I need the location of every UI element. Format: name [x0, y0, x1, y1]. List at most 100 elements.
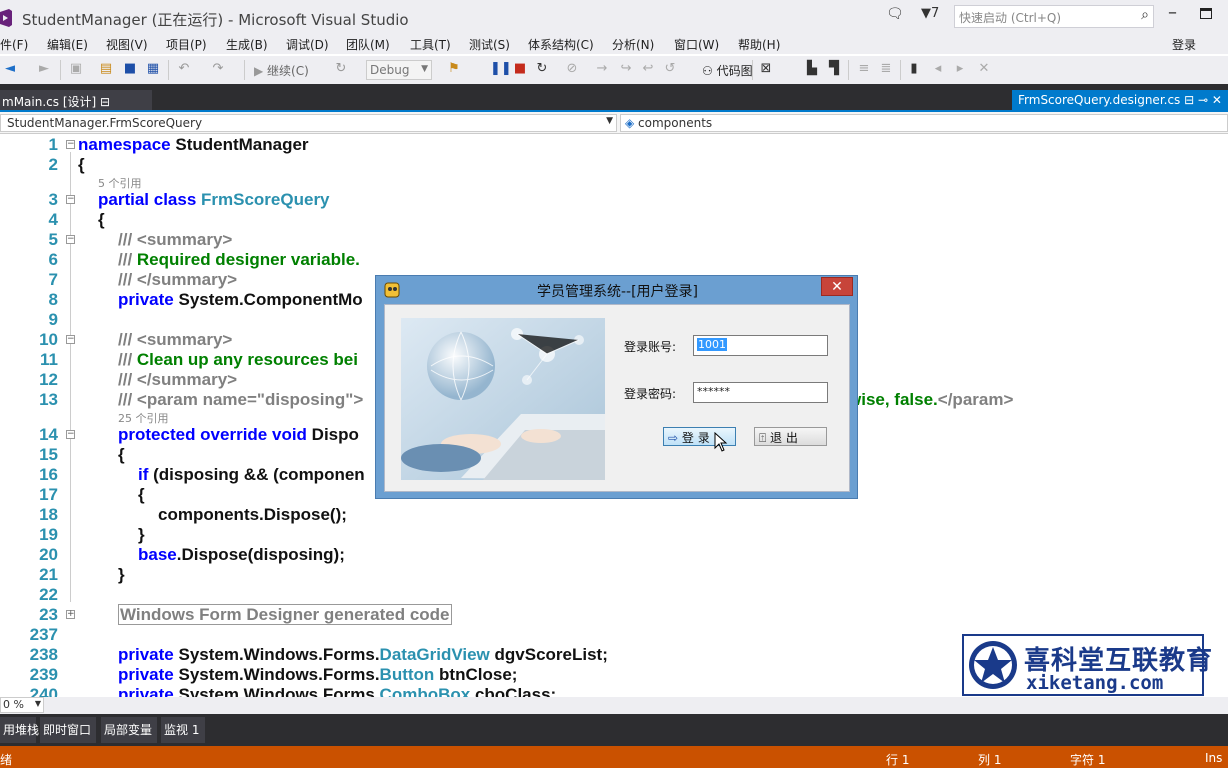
- step-over-icon[interactable]: ↪: [618, 61, 634, 77]
- exit-button[interactable]: ⍐ 退 出: [754, 427, 827, 446]
- undo-icon[interactable]: ↶: [176, 61, 192, 77]
- tab-immediate-window[interactable]: 即时窗口: [40, 717, 96, 743]
- line-number: 237: [29, 625, 58, 644]
- login-dialog: 学员管理系统--[用户登录] ✕ 登录账号: 1001 登录密码: ******…: [375, 275, 858, 499]
- reference-count[interactable]: 5 个引用: [98, 175, 142, 191]
- menu-debug[interactable]: 调试(D): [286, 36, 329, 53]
- config-value: Debug: [370, 63, 410, 77]
- search-icon: ⌕: [1141, 7, 1149, 23]
- bookmark-icon[interactable]: ▮: [906, 61, 922, 77]
- pin-tab-icon[interactable]: ⊸: [1198, 93, 1208, 107]
- step-out-icon[interactable]: ↩: [640, 61, 656, 77]
- window-title: StudentManager (正在运行) - Microsoft Visual…: [22, 11, 409, 29]
- step-back-icon[interactable]: ↺: [662, 61, 678, 77]
- pin-icon[interactable]: ⊟: [1184, 93, 1194, 107]
- menu-view[interactable]: 视图(V): [106, 36, 148, 53]
- quick-launch-input[interactable]: 快速启动 (Ctrl+Q) ⌕: [954, 5, 1154, 28]
- new-project-icon[interactable]: ▣: [68, 61, 84, 77]
- exit-button-label: 退 出: [770, 431, 798, 445]
- collapsed-region[interactable]: Windows Form Designer generated code: [118, 604, 452, 625]
- menu-build[interactable]: 生成(B): [226, 36, 268, 53]
- account-input[interactable]: 1001: [693, 335, 828, 356]
- collapse-toggle[interactable]: −: [66, 195, 75, 204]
- code-line: partial class FrmScoreQuery: [98, 190, 330, 210]
- menu-tools[interactable]: 工具(T): [410, 36, 451, 53]
- align-left-icon[interactable]: ▙: [804, 61, 820, 77]
- restart-debug-icon[interactable]: ↻: [534, 61, 550, 77]
- collapse-toggle[interactable]: −: [66, 235, 75, 244]
- restart-icon[interactable]: ↻: [333, 61, 349, 77]
- code-line: components.Dispose();: [158, 505, 347, 524]
- minimize-button[interactable]: –: [1168, 2, 1177, 23]
- play-icon: ▶: [254, 64, 268, 78]
- identifier: Dispo: [311, 425, 359, 444]
- dialog-close-button[interactable]: ✕: [821, 277, 853, 296]
- line-number: 19: [39, 525, 58, 544]
- maximize-button[interactable]: [1200, 8, 1212, 19]
- tab-frmmain-design[interactable]: mMain.cs [设计] ⊟: [0, 90, 152, 112]
- class-dropdown[interactable]: StudentManager.FrmScoreQuery ▼: [0, 114, 617, 132]
- sign-in-link[interactable]: 登录: [1172, 36, 1196, 53]
- reference-count[interactable]: 25 个引用: [118, 410, 169, 426]
- doc-comment-prefix: ///: [118, 370, 133, 389]
- menu-project[interactable]: 项目(P): [166, 36, 207, 53]
- code-line: {: [78, 155, 85, 174]
- tab-locals[interactable]: 局部变量: [101, 717, 157, 743]
- tab-watch-1[interactable]: 监视 1: [161, 717, 205, 743]
- comment-icon[interactable]: ≡: [856, 61, 872, 77]
- member-dropdown[interactable]: ◈ components: [620, 114, 1228, 132]
- menu-analyze[interactable]: 分析(N): [612, 36, 654, 53]
- collapse-toggle[interactable]: −: [66, 335, 75, 344]
- bookmark-toggle-icon[interactable]: ⊠: [758, 61, 774, 77]
- continue-button[interactable]: ▶ 继续(C): [254, 62, 309, 79]
- code-line: {: [98, 210, 105, 229]
- uncomment-icon[interactable]: ≣: [878, 61, 894, 77]
- class-dropdown-value: StudentManager.FrmScoreQuery: [7, 116, 203, 130]
- menu-team[interactable]: 团队(M): [346, 36, 390, 53]
- zoom-select[interactable]: 0 % ▼: [0, 697, 44, 713]
- menu-help[interactable]: 帮助(H): [738, 36, 780, 53]
- close-icon[interactable]: ✕: [1212, 93, 1222, 107]
- tab-frmscorequery-designer[interactable]: FrmScoreQuery.designer.cs ⊟ ⊸ ✕: [1012, 90, 1228, 112]
- collapse-toggle[interactable]: −: [66, 430, 75, 439]
- feedback-flag[interactable]: ▼7: [921, 6, 939, 21]
- save-all-icon[interactable]: ▦: [145, 61, 161, 77]
- pin-icon[interactable]: ⊟: [100, 95, 110, 109]
- menu-window[interactable]: 窗口(W): [674, 36, 719, 53]
- mouse-cursor-icon: [714, 432, 728, 452]
- expand-toggle[interactable]: +: [66, 610, 75, 619]
- doc-comment-prefix: ///: [118, 250, 133, 269]
- prev-bookmark-icon[interactable]: ◂: [930, 61, 946, 77]
- save-icon[interactable]: ■: [122, 61, 138, 77]
- show-next-statement-icon[interactable]: ⊘: [564, 61, 580, 77]
- password-input[interactable]: ******: [693, 382, 828, 403]
- redo-icon[interactable]: ↷: [210, 61, 226, 77]
- code-map-button[interactable]: ⚇ 代码图: [702, 62, 753, 79]
- type-name: Button: [379, 665, 435, 684]
- title-bar: StudentManager (正在运行) - Microsoft Visual…: [0, 0, 1228, 34]
- forward-icon[interactable]: ►: [36, 61, 52, 77]
- attach-icon[interactable]: ⚑: [446, 61, 462, 77]
- comment: Clean up any resources bei: [136, 350, 358, 369]
- menu-file[interactable]: 件(F): [0, 36, 28, 53]
- type-name: ComboBox: [379, 685, 471, 697]
- pause-icon[interactable]: ❚❚: [490, 61, 512, 77]
- open-file-icon[interactable]: ▤: [98, 61, 114, 77]
- next-bookmark-icon[interactable]: ▸: [952, 61, 968, 77]
- menu-test[interactable]: 测试(S): [469, 36, 510, 53]
- back-icon[interactable]: ◄: [2, 61, 18, 77]
- menu-architecture[interactable]: 体系结构(C): [528, 36, 594, 53]
- identifier: cboClass;: [474, 685, 557, 697]
- align-right-icon[interactable]: ▜: [826, 61, 842, 77]
- keyword: partial class: [98, 190, 197, 209]
- menu-edit[interactable]: 编辑(E): [47, 36, 88, 53]
- keyword: private: [118, 645, 174, 664]
- step-into-icon[interactable]: →: [594, 61, 610, 77]
- notification-icon[interactable]: 🗨: [886, 6, 904, 22]
- solution-config-select[interactable]: Debug ▼: [366, 60, 432, 80]
- flag-icon: ▼: [921, 6, 931, 21]
- stop-icon[interactable]: ■: [512, 61, 528, 77]
- clear-bookmarks-icon[interactable]: ✕: [976, 61, 992, 77]
- tab-call-stack[interactable]: 用堆栈: [0, 717, 39, 743]
- collapse-toggle[interactable]: −: [66, 140, 75, 149]
